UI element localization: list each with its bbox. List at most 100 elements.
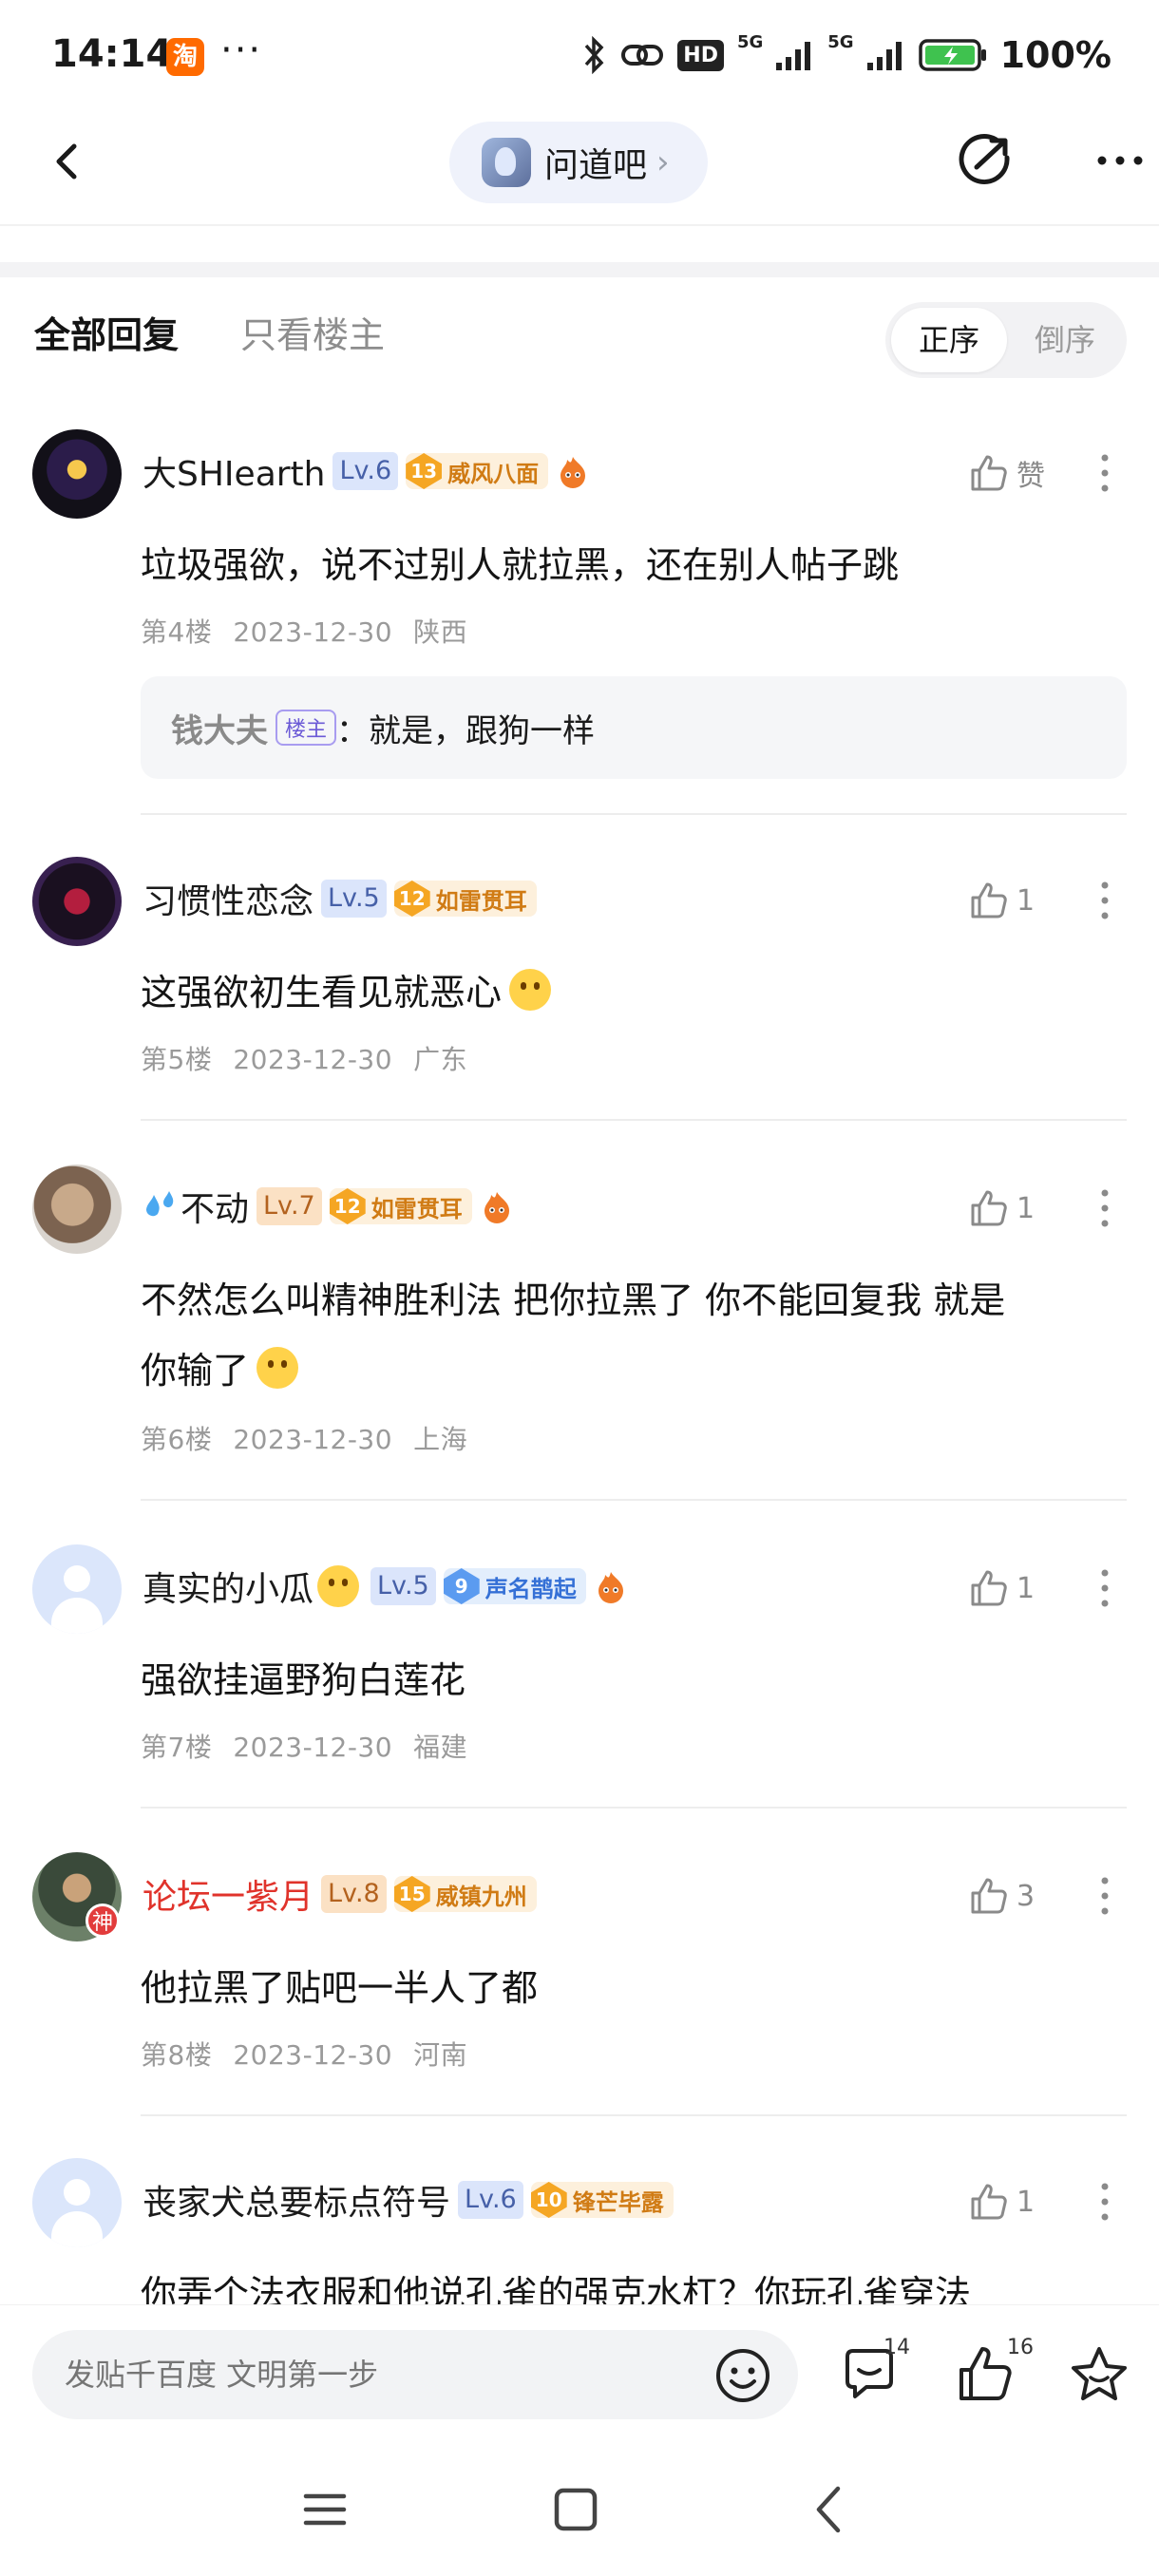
sub-reply-author[interactable]: 钱大夫 [171, 705, 268, 751]
user-info-row: 丧家犬总要标点符号 Lv.6 10 锋芒毕露 [142, 2177, 674, 2223]
reply-more-icon[interactable] [1091, 878, 1119, 923]
avatar[interactable] [32, 2158, 122, 2247]
like-button[interactable]: 1 [969, 1185, 1035, 1231]
reply-location: 福建 [413, 1732, 468, 1763]
back-icon[interactable] [40, 133, 97, 190]
reply-more-icon[interactable] [1091, 2179, 1119, 2225]
op-tag: 楼主 [276, 710, 337, 746]
avatar[interactable] [32, 429, 122, 519]
honor-level: 10 [530, 2182, 567, 2218]
like-total-count: 16 [1007, 2336, 1034, 2359]
like-label: 赞 [1016, 460, 1045, 493]
honor-title: 如雷贯耳 [435, 887, 527, 915]
username[interactable]: 论坛一紫月 [142, 1869, 314, 1919]
floor-number: 第6楼 [141, 1424, 213, 1455]
bottom-action-bar: 14 16 [0, 2304, 1159, 2437]
level-badge: Lv.6 [458, 2181, 523, 2219]
reply-location: 上海 [413, 1424, 468, 1455]
flame-icon [560, 457, 586, 488]
reply-date: 2023-12-30 [233, 1424, 393, 1455]
username[interactable]: 丧家犬总要标点符号 [142, 2175, 450, 2225]
bluetooth-icon [584, 36, 604, 74]
top-nav-bar: 问道吧 › [0, 106, 1159, 224]
avatar[interactable] [32, 1544, 122, 1634]
reply-more-icon[interactable] [1091, 1873, 1119, 1919]
nav-divider [0, 224, 1159, 226]
honor-title: 威镇九州 [435, 1883, 527, 1910]
username[interactable]: 大SHIearth [142, 446, 325, 496]
signal-icon-1 [776, 42, 811, 70]
user-info-row: 大SHIearth Lv.6 13 威风八面 [142, 448, 590, 494]
grin-emoji-icon [317, 1565, 360, 1607]
honor-badge: 9 声名鹊起 [443, 1568, 586, 1604]
like-button[interactable]: 赞 [969, 450, 1045, 496]
menu-icon[interactable] [296, 2483, 353, 2536]
more-icon[interactable] [1091, 131, 1150, 190]
reply-content: 不然怎么叫精神胜利法 把你拉黑了 你不能回复我 就是 你输了 [141, 1265, 1129, 1406]
honor-level: 13 [406, 453, 443, 489]
star-icon[interactable] [1068, 2343, 1130, 2406]
forum-avatar [482, 138, 531, 187]
user-info-row: 不动 Lv.7 12 如雷贯耳 [142, 1184, 514, 1229]
emoji-picker-icon[interactable] [714, 2347, 771, 2404]
like-button[interactable]: 1 [969, 878, 1035, 923]
tab-op-only[interactable]: 只看楼主 [240, 306, 385, 358]
like-button[interactable]: 3 [969, 1873, 1035, 1919]
sort-desc-option[interactable]: 倒序 [1009, 308, 1121, 372]
comment-count: 14 [884, 2336, 910, 2359]
reply-divider [141, 813, 1127, 815]
thumbs-up-icon [971, 1190, 1007, 1226]
system-back-icon[interactable] [802, 2483, 859, 2536]
battery-percent: 100% [999, 34, 1112, 76]
sweat-drops-icon [146, 1191, 174, 1217]
home-icon[interactable] [547, 2483, 604, 2536]
honor-title: 锋芒毕露 [572, 2188, 664, 2216]
taobao-notification-icon: 淘 [166, 38, 204, 76]
sort-toggle[interactable]: 正序 倒序 [885, 302, 1127, 378]
sub-reply[interactable]: 钱大夫 楼主 ：就是，跟狗一样 [141, 676, 1127, 779]
honor-level: 12 [393, 881, 430, 917]
network-label-1: 5G [736, 31, 764, 52]
reply-divider [141, 1807, 1127, 1809]
level-badge: Lv.6 [332, 452, 399, 490]
like-button[interactable]: 1 [969, 2179, 1035, 2225]
avatar[interactable] [32, 1165, 122, 1254]
honor-level: 12 [329, 1188, 366, 1224]
like-button[interactable]: 1 [969, 1565, 1035, 1611]
like-count: 1 [1016, 1191, 1036, 1225]
reply-date: 2023-12-30 [233, 616, 393, 648]
reply-more-icon[interactable] [1091, 1565, 1119, 1611]
thumbs-up-icon [971, 2184, 1007, 2220]
reply-more-icon[interactable] [1091, 1185, 1119, 1231]
laughing-emoji-icon [256, 1347, 299, 1389]
level-badge: Lv.8 [321, 1875, 387, 1913]
like-count: 1 [1016, 2185, 1036, 2219]
reply-date: 2023-12-30 [233, 1732, 393, 1763]
username[interactable]: 习惯性恋念 [142, 874, 314, 923]
username[interactable]: 真实的小瓜 [142, 1562, 314, 1611]
thumbs-up-icon [971, 1878, 1007, 1914]
reply-location: 河南 [413, 2039, 468, 2071]
avatar[interactable] [32, 857, 122, 946]
reply-location: 陕西 [413, 616, 468, 648]
like-count: 3 [1016, 1879, 1036, 1913]
share-icon[interactable] [956, 131, 1015, 190]
forum-entry-button[interactable]: 问道吧 › [449, 122, 708, 203]
reply-text: 这强欲初生看见就恶心 [141, 972, 503, 1013]
sort-asc-option[interactable]: 正序 [891, 308, 1007, 372]
reply-divider [141, 2114, 1127, 2116]
floor-number: 第8楼 [141, 2039, 213, 2071]
level-badge: Lv.5 [321, 880, 387, 918]
thumbs-up-icon [971, 455, 1007, 491]
reply-date: 2023-12-30 [233, 2039, 393, 2071]
reply-input[interactable] [32, 2330, 798, 2419]
reply-meta: 第6楼 2023-12-30 上海 [141, 1419, 488, 1457]
tab-all-replies[interactable]: 全部回复 [34, 306, 179, 358]
reply-date: 2023-12-30 [233, 1044, 393, 1075]
reply-meta: 第8楼 2023-12-30 河南 [141, 2035, 488, 2073]
username[interactable]: 不动 [180, 1182, 249, 1231]
user-info-row: 真实的小瓜 Lv.5 9 声名鹊起 [142, 1563, 628, 1609]
honor-badge: 12 如雷贯耳 [393, 881, 537, 917]
reply-more-icon[interactable] [1091, 450, 1119, 496]
honor-level: 15 [393, 1876, 430, 1912]
